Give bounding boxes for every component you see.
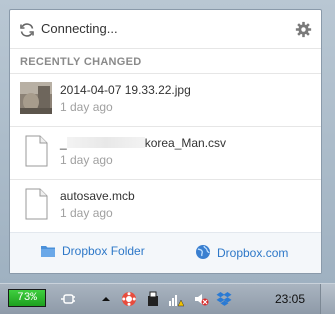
open-dropbox-website-link[interactable]: Dropbox.com <box>195 244 288 260</box>
recent-file-item[interactable]: autosave.mcb 1 day ago <box>10 180 321 232</box>
volume-muted-icon[interactable] <box>193 291 209 307</box>
file-modified-time: 1 day ago <box>60 100 113 114</box>
globe-icon <box>196 245 210 259</box>
recent-file-item[interactable]: 2014-04-07 19.33.22.jpg 1 day ago <box>10 74 321 126</box>
open-dropbox-folder-link[interactable]: Dropbox Folder <box>40 244 145 258</box>
document-icon <box>25 188 48 220</box>
network-warning-icon[interactable] <box>168 291 184 307</box>
recent-file-item[interactable]: _ korea_Man.csv 1 day ago <box>10 127 321 179</box>
dropbox-popup-frame: Connecting... RECENTLY CHANGED 2014-04-0… <box>0 0 335 283</box>
file-modified-time: 1 day ago <box>60 206 113 220</box>
folder-link-label: Dropbox Folder <box>62 244 145 258</box>
sync-icon <box>20 23 34 37</box>
battery-indicator[interactable]: 73% <box>8 289 46 307</box>
file-name: autosave.mcb <box>60 189 135 203</box>
recently-changed-heading: RECENTLY CHANGED <box>20 56 142 68</box>
photo-thumbnail <box>20 82 52 114</box>
file-modified-time: 1 day ago <box>60 153 113 167</box>
website-link-label: Dropbox.com <box>217 246 289 260</box>
gear-icon[interactable] <box>295 21 312 38</box>
popup-header: Connecting... <box>10 10 321 49</box>
folder-icon <box>41 246 55 257</box>
dropbox-panel: Connecting... RECENTLY CHANGED 2014-04-0… <box>9 9 322 274</box>
popup-footer: Dropbox Folder Dropbox.com <box>10 232 321 273</box>
dropbox-tray-icon[interactable] <box>216 291 232 307</box>
show-desktop-button[interactable] <box>320 284 335 314</box>
system-clock[interactable]: 23:05 <box>275 292 305 306</box>
system-taskbar: 73% 23:05 <box>0 283 335 314</box>
flower-app-icon[interactable] <box>121 291 137 307</box>
usb-device-icon[interactable] <box>145 291 161 307</box>
show-hidden-icons-arrow[interactable] <box>98 291 114 307</box>
file-name: 2014-04-07 19.33.22.jpg <box>60 83 191 97</box>
power-plug-icon[interactable] <box>60 291 76 307</box>
connection-status: Connecting... <box>41 21 118 36</box>
document-icon <box>25 135 48 167</box>
redacted-text <box>66 137 145 148</box>
file-name: _ korea_Man.csv <box>60 136 227 150</box>
